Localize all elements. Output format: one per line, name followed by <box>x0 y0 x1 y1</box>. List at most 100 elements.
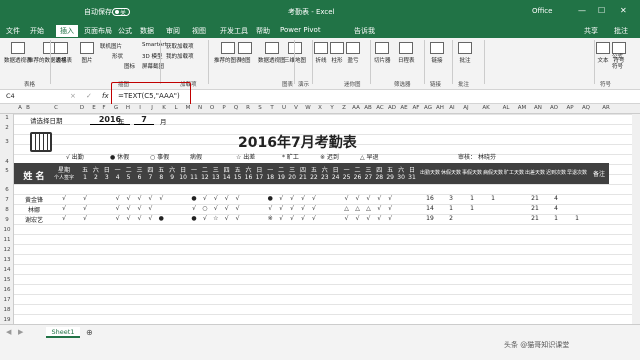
attendance-mark[interactable]: √ <box>342 215 352 222</box>
name-box[interactable]: C4 <box>4 92 48 102</box>
attendance-mark[interactable]: √ <box>200 215 210 222</box>
tab-3[interactable]: 页面布局 <box>84 26 112 36</box>
attendance-mark[interactable]: √ <box>233 205 243 212</box>
column-header-AQ[interactable]: AQ <box>580 105 592 111</box>
attendance-mark[interactable]: √ <box>113 205 123 212</box>
attendance-mark[interactable]: ☆ <box>211 215 221 222</box>
summary-value[interactable]: 4 <box>546 195 566 202</box>
summary-value[interactable]: 4 <box>546 205 566 212</box>
ribbon-item-20[interactable]: 日程表 <box>398 42 415 64</box>
column-header-J[interactable]: J <box>146 105 158 111</box>
row-header-16[interactable]: 16 <box>0 287 14 293</box>
attendance-mark[interactable]: √ <box>124 205 134 212</box>
column-header-V[interactable]: V <box>290 105 302 111</box>
row-header-8[interactable]: 8 <box>0 207 14 213</box>
row-header-19[interactable]: 19 <box>0 317 14 323</box>
column-header-AK[interactable]: AK <box>480 105 492 111</box>
row-header-12[interactable]: 12 <box>0 247 14 253</box>
ribbon-item-4[interactable]: 联机图片 <box>100 42 122 50</box>
ribbon-item-16[interactable]: 折线 <box>314 42 328 64</box>
ribbon-item-5[interactable]: 形状 <box>112 52 123 60</box>
column-header-AM[interactable]: AM <box>516 105 528 111</box>
summary-value[interactable]: 2 <box>441 215 461 222</box>
row-header-6[interactable]: 6 <box>0 187 14 193</box>
attendance-mark[interactable]: √ <box>135 195 145 202</box>
attendance-mark[interactable]: √ <box>298 195 308 202</box>
column-header-Z[interactable]: Z <box>338 105 350 111</box>
ribbon-item-6[interactable]: 图标 <box>124 62 135 70</box>
attendance-mark[interactable]: √ <box>222 195 232 202</box>
attendance-mark[interactable]: √ <box>298 205 308 212</box>
column-header-L[interactable]: L <box>170 105 182 111</box>
attendance-mark[interactable]: ● <box>189 215 199 222</box>
tell-me-input[interactable]: 告诉我 <box>354 26 375 36</box>
attendance-mark[interactable]: √ <box>309 215 319 222</box>
attendance-mark[interactable]: √ <box>353 215 363 222</box>
column-header-AP[interactable]: AP <box>564 105 576 111</box>
summary-value[interactable]: 1 <box>546 215 566 222</box>
column-header-R[interactable]: R <box>242 105 254 111</box>
column-header-AA[interactable]: AA <box>350 105 362 111</box>
sheet-next-icon[interactable]: ▶ <box>18 328 23 336</box>
attendance-mark[interactable]: √ <box>287 205 297 212</box>
attendance-mark[interactable]: √ <box>222 215 232 222</box>
column-header-T[interactable]: T <box>266 105 278 111</box>
row-header-11[interactable]: 11 <box>0 237 14 243</box>
column-header-S[interactable]: S <box>254 105 266 111</box>
signature-cell[interactable]: √ <box>52 215 76 222</box>
tab-5[interactable]: 数据 <box>140 26 154 36</box>
column-header-AE[interactable]: AE <box>398 105 410 111</box>
column-header-Y[interactable]: Y <box>326 105 338 111</box>
attendance-mark[interactable]: △ <box>353 205 363 212</box>
cancel-icon[interactable]: × <box>70 92 76 100</box>
close-icon[interactable]: ✕ <box>620 6 627 15</box>
ribbon-item-17[interactable]: 柱形 <box>330 42 344 64</box>
row-header-10[interactable]: 10 <box>0 227 14 233</box>
ribbon-item-2[interactable]: 表格 <box>54 42 68 64</box>
row-header-2[interactable]: 2 <box>0 125 14 131</box>
column-header-AJ[interactable]: AJ <box>460 105 472 111</box>
sheet-tab-sheet1[interactable]: Sheet1 <box>46 327 80 338</box>
summary-value[interactable]: 14 <box>420 205 440 212</box>
tab-1[interactable]: 开始 <box>30 26 44 36</box>
row-headers[interactable]: 1234567891011121314151617181920 <box>0 114 14 333</box>
ribbon-item-25[interactable]: 公式 <box>612 52 623 60</box>
summary-value[interactable]: 1 <box>483 195 503 202</box>
attendance-mark[interactable]: √ <box>156 195 166 202</box>
summary-value[interactable]: 21 <box>525 205 545 212</box>
column-header-AI[interactable]: AI <box>446 105 458 111</box>
attendance-mark[interactable]: ● <box>189 195 199 202</box>
ribbon-item-23[interactable]: 文本 <box>596 42 610 64</box>
attendance-mark[interactable]: △ <box>342 205 352 212</box>
column-header-I[interactable]: I <box>134 105 146 111</box>
column-header-AL[interactable]: AL <box>500 105 512 111</box>
attendance-mark[interactable]: √ <box>222 205 232 212</box>
column-header-AD[interactable]: AD <box>386 105 398 111</box>
attendance-mark[interactable]: √ <box>145 195 155 202</box>
attendance-mark[interactable]: √ <box>276 205 286 212</box>
attendance-mark[interactable]: √ <box>113 215 123 222</box>
attendance-mark[interactable]: √ <box>80 205 90 212</box>
sheet-prev-icon[interactable]: ◀ <box>6 328 11 336</box>
attendance-mark[interactable]: ※ <box>265 215 275 222</box>
attendance-mark[interactable]: √ <box>265 205 275 212</box>
row-header-13[interactable]: 13 <box>0 257 14 263</box>
ribbon-item-3[interactable]: 图片 <box>80 42 94 64</box>
ribbon-item-18[interactable]: 盈亏 <box>346 42 360 64</box>
tab-7[interactable]: 视图 <box>192 26 206 36</box>
summary-value[interactable]: 21 <box>525 195 545 202</box>
ribbon-item-7[interactable]: SmartArt <box>142 42 167 48</box>
column-header-N[interactable]: N <box>194 105 206 111</box>
ribbon-item-22[interactable]: 批注 <box>458 42 472 64</box>
tab-0[interactable]: 文件 <box>6 26 20 36</box>
attendance-mark[interactable]: √ <box>385 205 395 212</box>
attendance-mark[interactable]: √ <box>287 215 297 222</box>
attendance-mark[interactable]: √ <box>233 215 243 222</box>
ribbon-item-15[interactable]: 三维地图 <box>284 42 306 64</box>
attendance-mark[interactable]: √ <box>298 215 308 222</box>
attendance-mark[interactable]: √ <box>374 205 384 212</box>
attendance-mark[interactable]: √ <box>287 195 297 202</box>
add-sheet-icon[interactable]: ⊕ <box>86 328 93 337</box>
column-header-AN[interactable]: AN <box>532 105 544 111</box>
account-name[interactable]: Office <box>532 7 552 15</box>
